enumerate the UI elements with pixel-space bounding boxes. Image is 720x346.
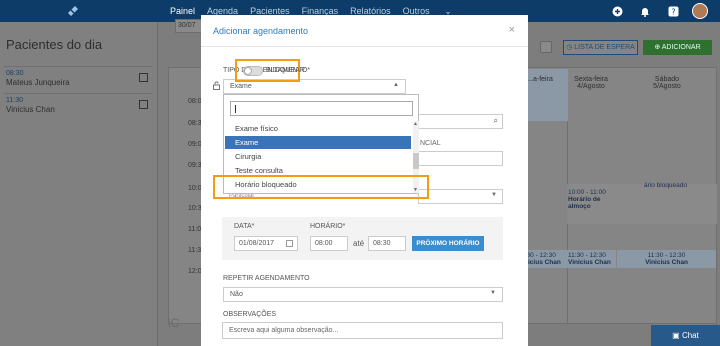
calendar-icon[interactable] [139,73,148,82]
bottom-logo: iC [168,316,180,330]
end-time-input[interactable]: 08:30 [368,236,406,251]
day-date: 5/Agosto [653,83,681,90]
hour-label: 08:3 [188,120,202,127]
day-header: Sexta-feira 4/Agosto [566,76,616,90]
scroll-up-icon[interactable]: ▲ [413,121,418,127]
bloquear-label: BLOQUEAR [266,67,305,74]
calendar-event[interactable]: 11:30 - 12:30 Vinicius Chan [566,250,616,268]
event-time: 11:30 - 12:30 [568,252,606,259]
toggle-knob [244,67,252,75]
modal-title: Adicionar agendamento [213,26,309,36]
calendar-event[interactable]: 10:00 - 11:00 Horário de almoço [566,187,616,212]
hour-label: 09:0 [188,141,202,148]
adicionar-button[interactable]: ⊕ ADICIONAR [643,40,712,55]
date-value: 01/08/2017 [239,240,275,247]
event-label: ário bloqueado [644,182,688,189]
caret-down-icon: ▼ [491,192,497,198]
chat-label: Chat [681,331,699,340]
patients-sidebar: Pacientes do dia 08:30 Mateus Junqueira … [0,22,158,346]
hour-label: 11:3 [188,247,202,254]
navbar-actions: ? [596,3,708,19]
event-label: Horário de almoço [568,196,601,210]
hour-label: 10:0 [188,185,202,192]
info-icon[interactable] [540,41,552,53]
patient-search-field[interactable]: ⌕ [418,114,503,129]
adicionar-label: ADICIONAR [661,44,701,51]
unlock-icon[interactable] [213,81,220,92]
chat-button[interactable]: ▣ Chat [651,325,720,346]
end-time-value: 08:30 [373,240,391,247]
patient-name: Vinicius Chan [6,105,55,114]
patient-name: Mateus Junqueira [6,78,70,87]
calendar-icon[interactable] [139,100,148,109]
data-label: DATA* [234,223,255,230]
chat-icon: ▣ [672,331,682,340]
start-time-value: 08:00 [315,240,333,247]
patient-item[interactable]: 08:30 Mateus Junqueira [4,66,152,90]
option-exame-fisico[interactable]: Exame físico [225,122,411,135]
hour-label: 09:3 [188,162,202,169]
horario-label: HORÁRIO* [310,223,346,230]
option-cirurgia[interactable]: Cirurgia [225,150,411,163]
scrollbar-thumb[interactable] [413,153,419,169]
day-header: Sábado 5/Agosto [642,76,692,90]
ate-label: até [353,239,365,248]
repetir-select[interactable]: Não ▼ [223,287,503,302]
event-time: 11:30 - 12:30 [647,252,686,259]
repetir-label: REPETIR AGENDAMENTO [223,275,310,282]
plus-icon: ⊕ [654,44,662,51]
user-avatar[interactable] [692,3,708,19]
date-time-group: DATA* 01/08/2017 HORÁRIO* 08:00 até 08:3… [222,217,503,260]
lista-espera-label: LISTA DE ESPERA [574,44,635,51]
caret-up-icon: ▲ [393,82,399,88]
hidden-field-label: NCIAL [420,140,441,147]
observacoes-label: OBSERVAÇÕES [223,311,277,318]
hour-label: 10:3 [188,205,202,212]
observacoes-placeholder: Escreva aqui alguma observação... [229,327,339,334]
close-icon[interactable]: × [509,24,515,36]
day-name: Sexta-feira [574,76,608,83]
day-name: Sábado [654,76,680,83]
horario-bloqueado-highlight [213,175,429,199]
hour-label: 12:0 [188,268,202,275]
proximo-horario-button[interactable]: PRÓXIMO HORÁRIO [412,236,484,251]
lista-espera-button[interactable]: ◷ LISTA DE ESPERA [563,40,638,55]
bloquear-highlight: BLOQUEAR [235,59,305,82]
hour-label: 11:0 [188,226,202,233]
calendar-event[interactable]: ário bloqueado [642,180,692,191]
event-label: Vinicius Chan [568,259,611,266]
calendar-event[interactable]: 11:30 - 12:30 Vinicius Chan [617,250,716,268]
patient-time: 11:30 [6,97,23,104]
day-date: 4/Agosto [577,83,605,90]
app-logo-icon[interactable] [66,4,80,18]
repetir-value: Não [230,291,243,298]
search-icon[interactable]: ⌕ [494,116,498,126]
modal-header: Adicionar agendamento × [201,15,528,47]
event-label: Vinicius Chan [645,259,688,266]
option-exame[interactable]: Exame [225,136,411,149]
patient-item[interactable]: 11:30 Vinicius Chan [4,93,152,117]
calendar-icon[interactable] [286,240,293,247]
svg-text:?: ? [671,7,675,16]
convenio-select-right[interactable]: ▼ [418,189,503,204]
bloquear-toggle[interactable] [243,66,263,76]
date-input[interactable]: 01/08/2017 [234,236,298,251]
bell-icon[interactable] [638,4,652,18]
dropdown-search-input[interactable] [230,101,413,116]
sidebar-title: Pacientes do dia [6,37,103,52]
patient-time: 08:30 [6,70,24,77]
help-icon[interactable]: ? [666,4,680,18]
text-cursor [235,105,236,113]
start-time-input[interactable]: 08:00 [310,236,348,251]
observacoes-input[interactable]: Escreva aqui alguma observação... [222,322,503,339]
event-time: 10:00 - 11:00 [568,189,606,196]
caret-down-icon: ▼ [490,290,496,296]
hidden-field-input[interactable] [418,151,503,166]
tipo-value: Exame [230,83,252,90]
hour-label: 08:0 [188,98,202,105]
plus-circle-icon[interactable] [610,4,624,18]
